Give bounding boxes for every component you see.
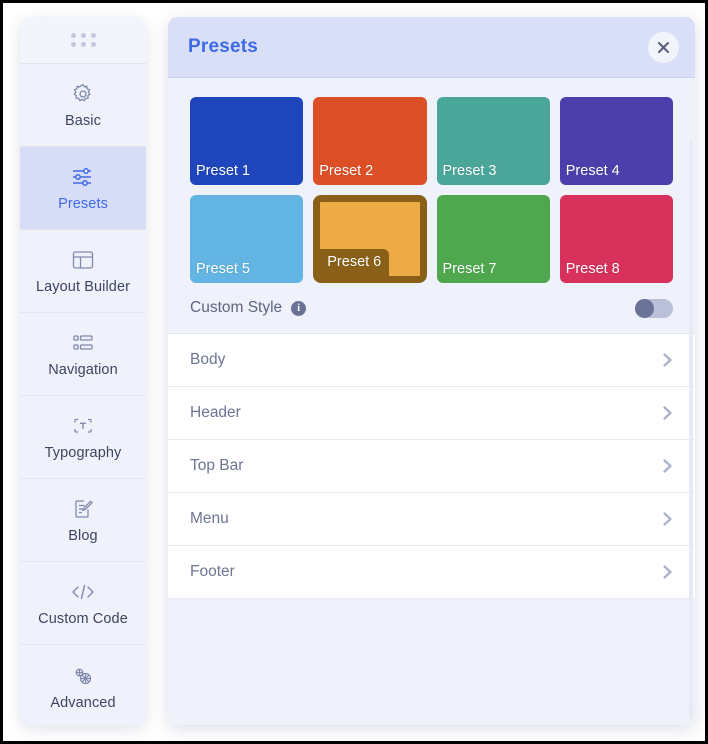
list-item-top-bar[interactable]: Top Bar (168, 440, 695, 493)
preset-swatch-8[interactable]: Preset 8 (559, 195, 673, 283)
section-list: Body Header Top Bar Menu Footer (168, 333, 695, 599)
text-box-icon (70, 413, 96, 439)
sidebar-item-label: Navigation (48, 362, 118, 379)
sidebar-item-label: Layout Builder (35, 279, 131, 296)
drag-handle-dots-icon (70, 33, 96, 47)
preset-swatch-3[interactable]: Preset 3 (436, 97, 550, 185)
sidebar-item-custom-code[interactable]: Custom Code (20, 562, 146, 645)
gears-icon (70, 663, 96, 689)
app-window: Basic Presets Layout Builder Navigation … (3, 3, 705, 741)
preset-swatch-7[interactable]: Preset 7 (436, 195, 550, 283)
preset-label: Preset 8 (565, 260, 620, 277)
sidebar-item-label: Blog (68, 528, 98, 545)
sidebar-item-label: Custom Code (38, 611, 128, 628)
sidebar-item-layout-builder[interactable]: Layout Builder (20, 230, 146, 313)
preset-label: Preset 7 (442, 260, 497, 277)
list-item-label: Header (190, 404, 241, 421)
list-item-label: Menu (190, 510, 229, 527)
close-icon (656, 40, 671, 55)
preset-label: Preset 4 (565, 162, 620, 179)
list-item-menu[interactable]: Menu (168, 493, 695, 546)
toggle-knob (635, 298, 654, 318)
preset-swatch-5[interactable]: Preset 5 (190, 195, 304, 283)
preset-label: Preset 5 (196, 260, 250, 277)
edit-doc-icon (70, 496, 96, 522)
gear-icon (70, 81, 96, 107)
chevron-right-icon (662, 564, 673, 580)
list-item-body[interactable]: Body (168, 334, 695, 387)
chevron-right-icon (662, 405, 673, 421)
sliders-icon (70, 164, 96, 190)
chevron-right-icon (662, 352, 673, 368)
sidebar-item-presets[interactable]: Presets (20, 147, 146, 230)
list-item-footer[interactable]: Footer (168, 546, 695, 599)
panel-scrollbar[interactable] (689, 140, 693, 719)
sidebar-item-typography[interactable]: Typography (20, 396, 146, 479)
custom-style-row: Custom Style i (168, 283, 695, 333)
sidebar-item-label: Typography (44, 445, 122, 462)
sidebar-item-navigation[interactable]: Navigation (20, 313, 146, 396)
sidebar-item-blog[interactable]: Blog (20, 479, 146, 562)
preset-swatch-6[interactable]: Preset 6 (313, 195, 427, 283)
custom-style-label: Custom Style (190, 299, 283, 316)
panel-header: Presets (168, 17, 695, 78)
presets-grid: Preset 1 Preset 2 Preset 3 Preset 4 Pres… (168, 78, 695, 283)
sidebar-drag-handle[interactable] (20, 17, 146, 64)
sidebar: Basic Presets Layout Builder Navigation … (20, 17, 146, 725)
preset-label: Preset 1 (196, 162, 250, 179)
list-item-label: Footer (190, 563, 235, 580)
preset-label: Preset 2 (319, 162, 374, 179)
panel-body: Preset 1 Preset 2 Preset 3 Preset 4 Pres… (168, 78, 695, 725)
chevron-right-icon (662, 458, 673, 474)
close-button[interactable] (648, 31, 679, 63)
preset-swatch-2[interactable]: Preset 2 (313, 97, 427, 185)
preset-label: Preset 3 (442, 162, 497, 179)
chevron-right-icon (662, 511, 673, 527)
sidebar-item-label: Basic (65, 113, 101, 130)
sidebar-item-basic[interactable]: Basic (20, 64, 146, 147)
list-icon (70, 330, 96, 356)
info-icon[interactable]: i (291, 300, 307, 316)
sidebar-item-label: Advanced (50, 694, 116, 711)
preset-label: Preset 6 (320, 248, 390, 276)
presets-panel: Presets Preset 1 Preset 2 Preset 3 Prese… (168, 17, 695, 725)
list-item-label: Body (190, 351, 226, 368)
list-item-label: Top Bar (190, 457, 244, 474)
custom-style-toggle[interactable] (635, 298, 673, 318)
panel-empty-area (168, 599, 695, 725)
sidebar-item-label: Presets (58, 196, 108, 213)
code-icon (70, 579, 96, 605)
layout-icon (70, 247, 96, 273)
preset-swatch-1[interactable]: Preset 1 (190, 97, 304, 185)
preset-swatch-4[interactable]: Preset 4 (559, 97, 673, 185)
list-item-header[interactable]: Header (168, 387, 695, 440)
page-title: Presets (188, 36, 259, 57)
sidebar-item-advanced[interactable]: Advanced (20, 645, 146, 725)
